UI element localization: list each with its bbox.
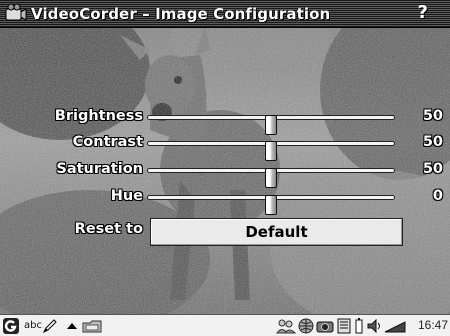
globe-icon[interactable] [297, 318, 315, 334]
background-photo [0, 0, 450, 314]
saturation-slider-thumb[interactable] [265, 168, 277, 188]
pen-icon[interactable] [42, 318, 58, 334]
contrast-row: Contrast 50 [0, 134, 450, 161]
saturation-slider[interactable] [147, 168, 395, 188]
brightness-value: 50 [422, 108, 443, 124]
hue-label: Hue [110, 188, 143, 204]
hue-value: 0 [432, 188, 443, 204]
camera-icon[interactable] [316, 318, 334, 334]
clock: 16:47 [417, 318, 448, 332]
brightness-slider-thumb[interactable] [265, 115, 277, 135]
reset-label: Reset to [74, 221, 143, 237]
contrast-label: Contrast [72, 134, 143, 150]
videocorder-app-icon [5, 3, 27, 21]
saturation-row: Saturation 50 [0, 161, 450, 188]
keyboard-label[interactable]: abc [24, 320, 42, 336]
brightness-row: Brightness 50 [0, 108, 450, 135]
contrast-value: 50 [422, 134, 443, 150]
hue-slider[interactable] [147, 195, 395, 215]
screen: VideoCorder – Image Configuration ? Brig… [0, 0, 450, 336]
hue-row: Hue 0 [0, 188, 450, 215]
hue-slider-thumb[interactable] [265, 195, 277, 215]
folder-icon[interactable] [82, 318, 102, 334]
notes-icon[interactable] [336, 318, 352, 334]
default-button[interactable]: Default [150, 218, 403, 246]
window-title: VideoCorder – Image Configuration [31, 4, 331, 23]
signal-icon [384, 321, 406, 333]
people-icon[interactable] [276, 318, 296, 334]
g-logo-icon[interactable] [3, 318, 19, 334]
arrow-up-icon[interactable] [66, 318, 78, 334]
title-bar: VideoCorder – Image Configuration ? [0, 0, 450, 28]
contrast-slider[interactable] [147, 141, 395, 161]
help-button[interactable]: ? [418, 2, 428, 23]
saturation-label: Saturation [56, 161, 143, 177]
brightness-slider[interactable] [147, 115, 395, 135]
saturation-value: 50 [422, 161, 443, 177]
speaker-icon[interactable] [366, 318, 384, 334]
brightness-label: Brightness [54, 108, 143, 124]
taskbar: abc 16:47 [0, 314, 450, 336]
contrast-slider-thumb[interactable] [265, 141, 277, 161]
battery-icon [355, 318, 363, 334]
